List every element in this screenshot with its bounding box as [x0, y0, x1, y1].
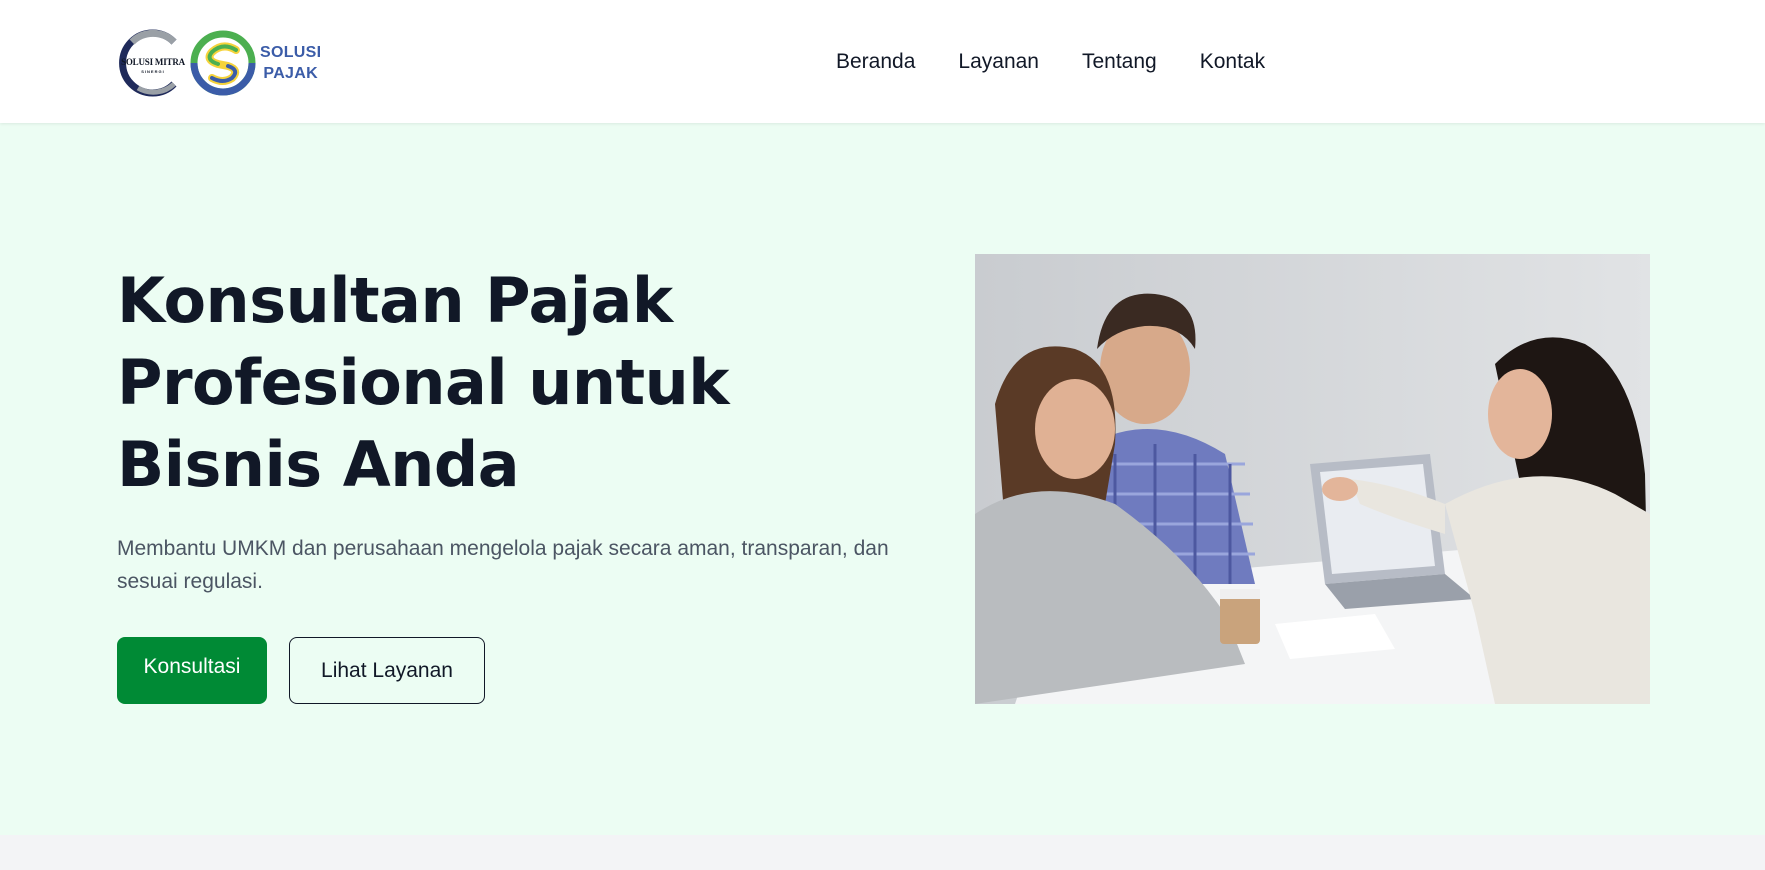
hero-subtitle: Membantu UMKM dan perusahaan mengelola p… [117, 537, 889, 593]
logo-primary-text: SOLUSI MITRA [121, 57, 185, 67]
logo-secondary-text: SOLUSI PAJAK [260, 42, 321, 84]
lihat-layanan-button[interactable]: Lihat Layanan [289, 637, 485, 704]
hero-title: Konsultan Pajak Profesional untuk Bisnis… [117, 264, 729, 501]
hero-photo [975, 254, 1650, 704]
nav-item-layanan[interactable]: Layanan [958, 49, 1039, 75]
solusi-mitra-logo-icon: SOLUSI MITRA SINERGI [118, 28, 188, 98]
brand-logo[interactable]: SOLUSI MITRA SINERGI SOLUSI PAJAK [118, 28, 321, 98]
konsultasi-button[interactable]: Konsultasi [117, 637, 267, 704]
main-nav: Beranda Layanan Tentang Kontak [836, 49, 1265, 75]
logo-primary-subtext: SINERGI [141, 69, 165, 74]
nav-item-kontak[interactable]: Kontak [1200, 49, 1265, 75]
hero-section: Konsultan Pajak Profesional untuk Bisnis… [0, 123, 1765, 835]
logo-secondary-line2: PAJAK [263, 65, 318, 82]
site-header: SOLUSI MITRA SINERGI SOLUSI PAJAK Berand… [0, 0, 1765, 123]
solusi-pajak-logo-icon [190, 30, 256, 96]
nav-item-beranda[interactable]: Beranda [836, 49, 915, 75]
logo-secondary-line1: SOLUSI [260, 44, 322, 61]
nav-item-tentang[interactable]: Tentang [1082, 49, 1157, 75]
